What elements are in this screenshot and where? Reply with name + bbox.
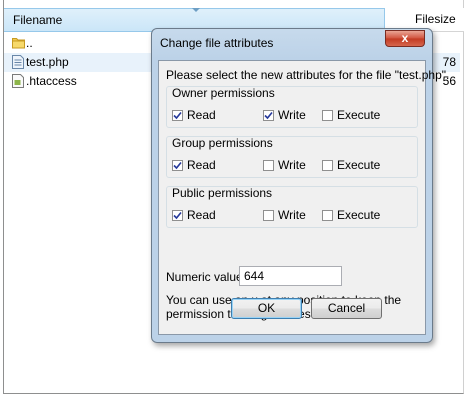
owner-execute-checkbox[interactable]: Execute [322, 109, 380, 122]
text-file-icon [12, 74, 24, 91]
owner-write-checkbox[interactable]: Write [263, 109, 306, 122]
checkmark-icon [172, 210, 183, 221]
file-name: .. [26, 36, 33, 50]
php-file-icon [12, 55, 24, 72]
checkbox-box [322, 210, 333, 221]
checkbox-box [263, 210, 274, 221]
group-permissions-label: Group permissions [172, 136, 273, 150]
public-execute-checkbox[interactable]: Execute [322, 209, 380, 222]
sort-indicator-icon [192, 8, 200, 12]
file-name: test.php [26, 55, 69, 69]
owner-permissions-label: Owner permissions [172, 86, 275, 100]
checkmark-icon [263, 110, 274, 121]
group-permissions-group: Group permissions Read Write Execute [166, 136, 418, 178]
close-icon: x [401, 31, 409, 45]
cancel-button[interactable]: Cancel [311, 298, 382, 319]
checkbox-box [322, 160, 333, 171]
dialog-prompt: Please select the new attributes for the… [166, 68, 450, 82]
dialog-title: Change file attributes [160, 36, 274, 50]
dialog-body: Please select the new attributes for the… [158, 60, 449, 335]
checkmark-icon [172, 160, 183, 171]
close-button[interactable]: x [385, 30, 425, 47]
checkbox-box [322, 110, 333, 121]
group-read-checkbox[interactable]: Read [172, 159, 216, 172]
public-permissions-label: Public permissions [172, 186, 273, 200]
checkmark-icon [172, 110, 183, 121]
owner-read-checkbox[interactable]: Read [172, 109, 216, 122]
folder-icon [12, 36, 25, 52]
numeric-value-input[interactable]: 644 [239, 266, 342, 286]
public-read-checkbox[interactable]: Read [172, 209, 216, 222]
public-permissions-group: Public permissions Read Write Execute [166, 186, 418, 228]
column-filesize-label: Filesize [415, 12, 456, 26]
group-execute-checkbox[interactable]: Execute [322, 159, 380, 172]
owner-permissions-group: Owner permissions Read Write Execute [166, 86, 418, 128]
ok-button[interactable]: OK [231, 298, 302, 319]
file-size: 78 [442, 55, 456, 69]
column-filename-label: Filename [13, 13, 63, 27]
public-write-checkbox[interactable]: Write [263, 209, 306, 222]
group-write-checkbox[interactable]: Write [263, 159, 306, 172]
change-attributes-dialog: Change file attributes x Please select t… [151, 28, 449, 343]
file-name: .htaccess [26, 74, 77, 88]
checkbox-box [263, 160, 274, 171]
numeric-value-label: Numeric value: [166, 270, 247, 284]
